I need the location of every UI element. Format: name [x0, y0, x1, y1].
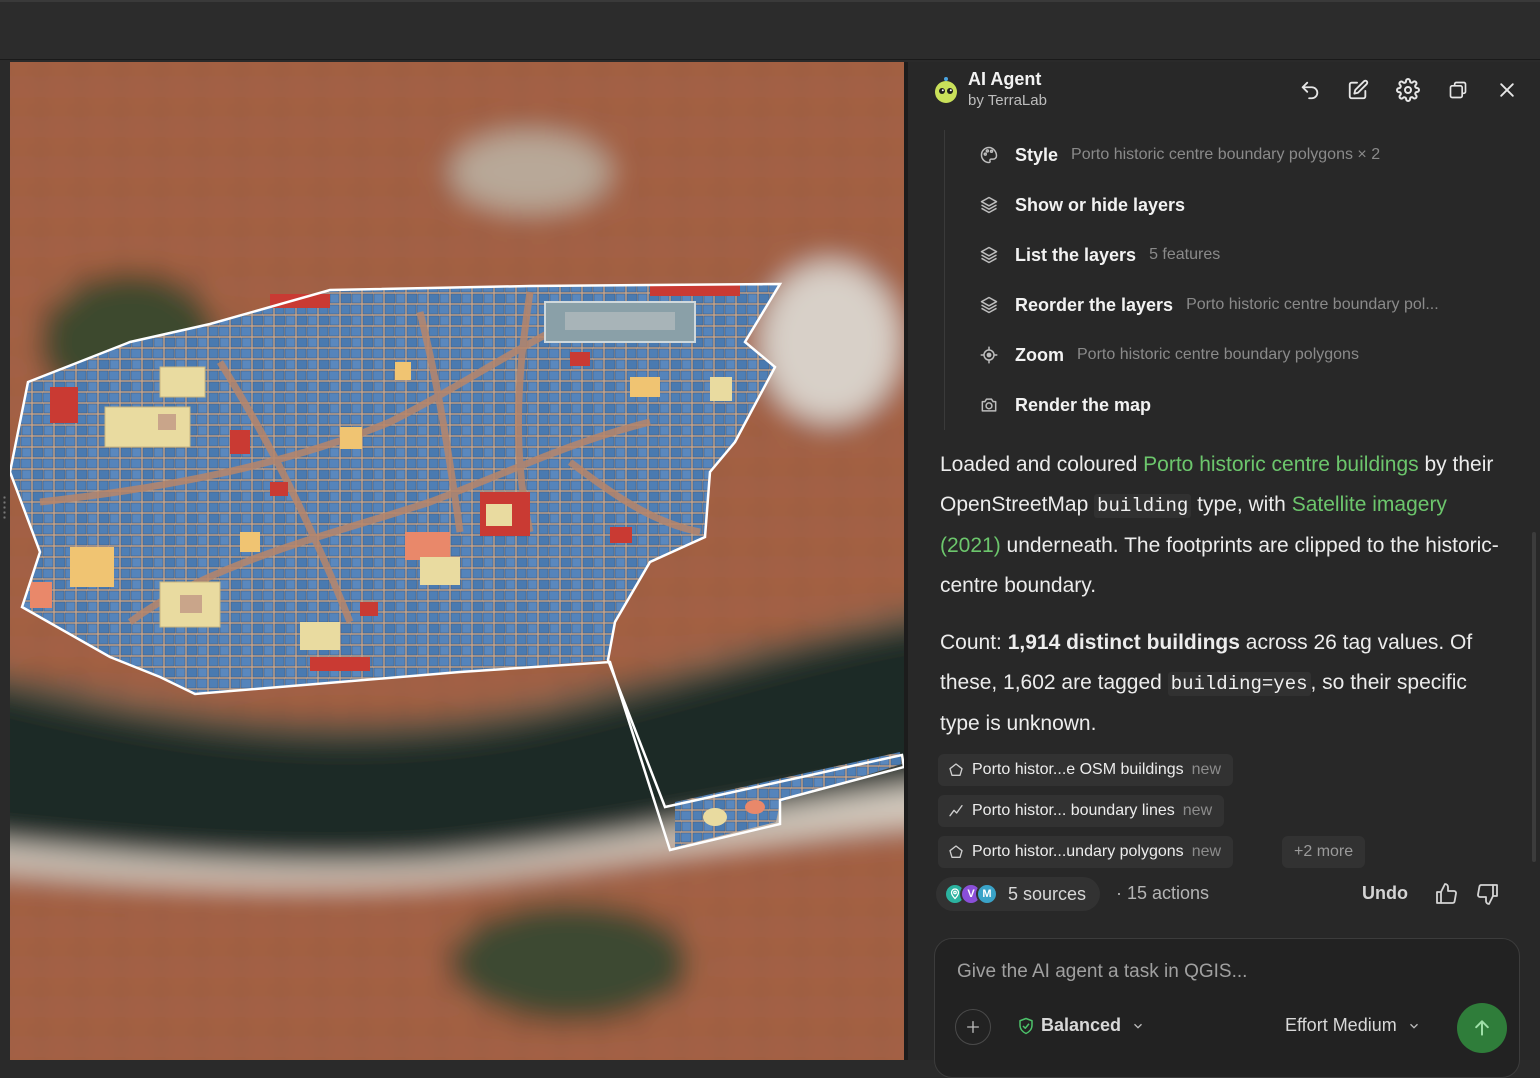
more-layers-chip[interactable]: +2 more — [1282, 836, 1366, 868]
panel-scrollbar[interactable] — [1532, 532, 1536, 862]
message-text: Count: — [940, 631, 1008, 654]
settings-button[interactable] — [1394, 76, 1422, 104]
mode-selector[interactable]: Balanced — [1017, 1015, 1145, 1036]
chevron-down-icon — [1134, 1023, 1143, 1029]
plus-icon — [967, 1021, 979, 1033]
action-item-show-hide-layers[interactable]: Show or hide layers — [945, 180, 1504, 230]
actions-count: · 15 actions — [1116, 883, 1210, 903]
action-label: Zoom — [1015, 344, 1064, 365]
message-footer: V M 5 sources · 15 actions Undo — [936, 874, 1516, 914]
toolbar-edge — [0, 0, 1540, 2]
gear-icon — [1396, 78, 1420, 102]
sources-label: 5 sources — [1008, 883, 1087, 904]
camera-icon — [981, 398, 997, 412]
polygon-icon — [949, 763, 963, 776]
task-input[interactable] — [957, 957, 1497, 987]
popout-button[interactable] — [1444, 76, 1472, 104]
action-item-list-layers[interactable]: List the layers 5 features — [945, 230, 1504, 280]
effort-selector[interactable]: Effort Medium — [1285, 1015, 1421, 1036]
action-label: Style — [1015, 144, 1059, 165]
layers-icon — [980, 296, 998, 314]
terralab-logo-icon — [935, 77, 957, 103]
action-item-render-map[interactable]: Render the map — [945, 380, 1504, 430]
chat-input-box: Balanced Effort Medium — [934, 938, 1520, 1078]
action-list: Style Porto historic centre boundary pol… — [944, 130, 1504, 430]
layers-icon — [980, 246, 998, 264]
popout-icon — [1449, 81, 1467, 99]
action-item-style[interactable]: Style Porto historic centre boundary pol… — [945, 130, 1504, 180]
message-bold-text: 1,914 distinct buildings — [1007, 631, 1240, 654]
layer-chip-boundary-lines[interactable]: Porto histor... boundary lines new — [938, 795, 1225, 827]
send-button[interactable] — [1457, 1003, 1507, 1053]
action-detail: Porto historic centre boundary polygons — [1077, 346, 1359, 363]
chip-new-tag: new — [1191, 843, 1222, 860]
close-button[interactable] — [1493, 76, 1521, 104]
palette-icon — [980, 146, 998, 164]
action-label: Render the map — [1015, 394, 1152, 415]
chip-label: Porto histor...e OSM buildings — [972, 761, 1184, 778]
inline-code: building — [1094, 494, 1192, 518]
crosshair-icon — [980, 346, 998, 364]
qgis-toolbar — [0, 0, 1540, 60]
action-label: Show or hide layers — [1015, 194, 1186, 215]
left-grip-handle[interactable] — [3, 495, 6, 521]
action-item-zoom[interactable]: Zoom Porto historic centre boundary poly… — [945, 330, 1504, 380]
chip-label: Porto histor... boundary lines — [972, 802, 1175, 819]
thumbs-down-icon[interactable] — [1476, 882, 1500, 906]
action-label: List the layers — [1015, 244, 1137, 265]
action-label: Reorder the layers — [1015, 294, 1174, 315]
close-icon — [1500, 83, 1514, 97]
polygon-icon — [949, 845, 963, 858]
message-text: underneath. The footprints are clipped t… — [940, 534, 1499, 597]
action-detail: 5 features — [1149, 246, 1221, 263]
inline-code: building=yes — [1167, 672, 1311, 696]
action-item-reorder-layers[interactable]: Reorder the layers Porto historic centre… — [945, 280, 1504, 330]
arrow-up-icon — [1475, 1020, 1489, 1036]
satellite-map — [10, 62, 904, 1060]
message-text: Loaded and coloured — [940, 453, 1144, 476]
agent-subtitle: by TerraLab — [968, 92, 1047, 109]
message-text: type, with — [1191, 493, 1292, 516]
agent-message-count: Count: 1,914 distinct buildings across 2… — [940, 623, 1510, 744]
thumbs-up-icon[interactable] — [1434, 882, 1458, 906]
layer-chip-buildings[interactable]: Porto histor...e OSM buildings new — [938, 754, 1234, 786]
undo-button[interactable] — [1296, 76, 1324, 104]
chip-label: Porto histor...undary polygons — [972, 843, 1184, 860]
chip-new-tag: new — [1182, 802, 1213, 819]
ai-agent-panel: AI Agent by TerraLab Style Porto histori… — [908, 62, 1540, 1078]
map-canvas[interactable] — [10, 62, 904, 1060]
agent-message-summary: Loaded and coloured Porto historic centr… — [940, 445, 1510, 606]
layer-chip-boundary-polygons[interactable]: Porto histor...undary polygons new — [938, 836, 1234, 868]
layers-icon — [980, 196, 998, 214]
chevron-down-icon — [1409, 1023, 1418, 1029]
new-chat-button[interactable] — [1344, 76, 1372, 104]
edit-icon — [1348, 79, 1369, 100]
source-badge-m: M — [976, 883, 998, 905]
effort-label: Effort Medium — [1285, 1015, 1397, 1035]
agent-title: AI Agent — [968, 69, 1042, 89]
sources-button[interactable]: V M 5 sources — [936, 877, 1101, 911]
chip-new-tag: new — [1191, 761, 1222, 778]
undo-icon — [1301, 81, 1319, 100]
action-detail: Porto historic centre boundary pol... — [1186, 296, 1439, 313]
panel-header: AI Agent by TerraLab — [908, 62, 1540, 122]
mode-label: Balanced — [1041, 1015, 1122, 1035]
shield-check-icon — [1019, 1017, 1033, 1034]
action-detail: Porto historic centre boundary polygons … — [1071, 146, 1381, 163]
line-icon — [949, 805, 963, 817]
undo-text-button[interactable]: Undo — [1362, 883, 1408, 904]
layer-link-buildings[interactable]: Porto historic centre buildings — [1143, 453, 1418, 476]
attach-button[interactable] — [955, 1009, 991, 1045]
